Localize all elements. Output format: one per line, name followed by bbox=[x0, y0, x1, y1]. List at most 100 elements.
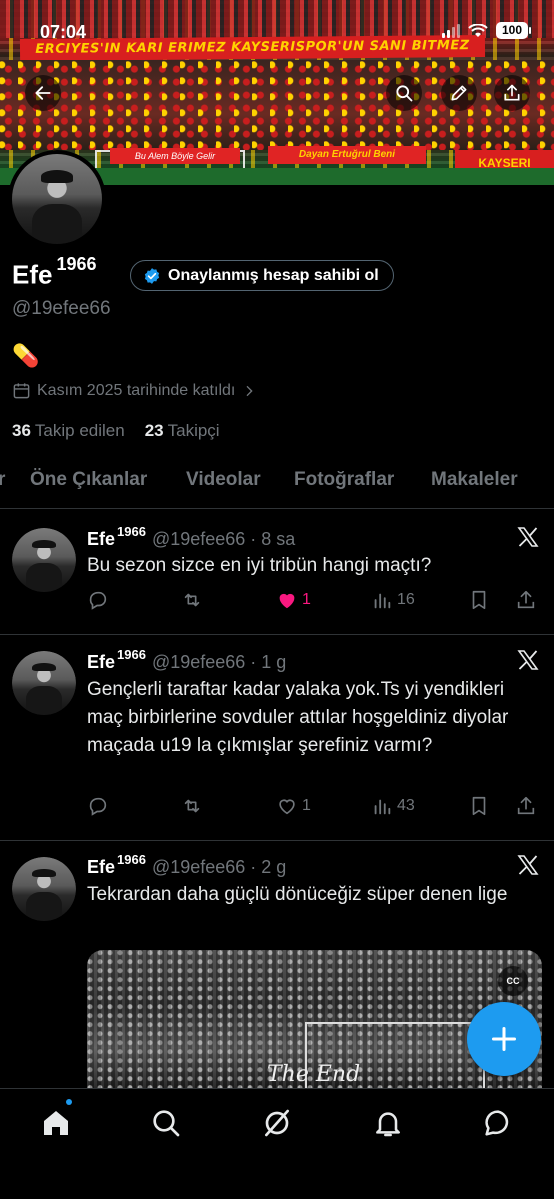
tweet-meta: @19efee66 · 8 sa bbox=[151, 529, 296, 549]
tweet-avatar[interactable] bbox=[12, 857, 76, 921]
tweet-avatar[interactable] bbox=[12, 651, 76, 715]
plus-icon bbox=[491, 1026, 517, 1052]
tweet-author-name: Efe bbox=[87, 652, 116, 672]
followers-link[interactable]: 23 Takipçi bbox=[145, 421, 220, 441]
edit-button[interactable] bbox=[441, 75, 477, 111]
profile-name-text: Efe bbox=[12, 259, 53, 290]
profile-name: Efe 1966 bbox=[12, 254, 97, 291]
followers-count: 23 bbox=[144, 421, 164, 440]
profile-bio: 💊 bbox=[12, 343, 40, 368]
heart-filled-icon bbox=[279, 593, 295, 609]
share-button[interactable] bbox=[494, 75, 530, 111]
chevron-right-icon bbox=[246, 385, 253, 396]
joined-date[interactable]: Kasım 2025 tarihinde katıldı bbox=[12, 381, 257, 400]
followers-label: Takipçi bbox=[167, 421, 220, 440]
nav-notifications[interactable] bbox=[372, 1107, 404, 1139]
views-button[interactable]: 43 bbox=[371, 795, 415, 817]
joined-label: Kasım 2025 tarihinde katıldı bbox=[37, 381, 236, 399]
tweet[interactable]: Efe 1966 @19efee66 · 8 sa Bu sezon sizce e… bbox=[0, 509, 554, 635]
back-button[interactable] bbox=[25, 75, 61, 111]
captions-button[interactable]: CC bbox=[498, 966, 528, 996]
following-count: 36 bbox=[12, 421, 31, 440]
retweet-icon bbox=[184, 593, 200, 607]
status-time: 07:04 bbox=[40, 22, 87, 42]
search-icon bbox=[396, 85, 413, 102]
status-icons: 100 bbox=[442, 22, 531, 39]
tweet-author-sup: 1966 bbox=[117, 852, 146, 867]
tab-previous[interactable]: r bbox=[0, 469, 5, 491]
verify-cta-label: Onaylanmış hesap sahibi ol bbox=[168, 266, 379, 284]
tweet-text: Bu sezon sizce en iyi tribün hangi maçtı… bbox=[87, 555, 432, 576]
nav-messages[interactable] bbox=[482, 1107, 514, 1139]
like-button[interactable]: 1 bbox=[276, 589, 311, 611]
bookmark-icon bbox=[472, 590, 486, 610]
bookmark-button[interactable] bbox=[468, 795, 490, 817]
chat-bubble-icon bbox=[485, 1110, 509, 1136]
bell-icon bbox=[376, 1112, 400, 1137]
reply-button[interactable] bbox=[87, 589, 113, 611]
tab-photos[interactable]: Fotoğraflar bbox=[294, 469, 394, 491]
share-icon bbox=[517, 590, 535, 609]
verify-cta-button[interactable]: Onaylanmış hesap sahibi ol bbox=[130, 260, 394, 291]
following-label: Takip edilen bbox=[34, 421, 125, 440]
following-link[interactable]: 36 Takip edilen bbox=[12, 421, 125, 441]
status-bar: 07:04 100 bbox=[0, 0, 554, 42]
tweet-actions: 1 43 bbox=[87, 795, 542, 825]
search-button[interactable] bbox=[386, 75, 422, 111]
reply-icon bbox=[89, 797, 107, 816]
share-tweet-button[interactable] bbox=[515, 795, 537, 817]
views-icon bbox=[374, 799, 391, 815]
bottom-nav bbox=[0, 1088, 554, 1199]
like-count: 1 bbox=[302, 797, 311, 814]
home-icon bbox=[44, 1111, 68, 1135]
bookmark-button[interactable] bbox=[468, 589, 490, 611]
home-notification-dot bbox=[66, 1099, 72, 1105]
tweet-header: Efe 1966 @19efee66 · 1 g bbox=[87, 647, 287, 673]
pencil-icon bbox=[451, 85, 467, 101]
avatar-image bbox=[12, 857, 76, 921]
tweet[interactable]: Efe 1966 @19efee66 · 1 g Gençlerli tarafta… bbox=[0, 635, 554, 841]
nav-grok[interactable] bbox=[261, 1107, 293, 1139]
views-button[interactable]: 16 bbox=[371, 589, 415, 611]
tweet-author: Efe 1966 bbox=[87, 647, 146, 672]
follow-stats: 36 Takip edilen 23 Takipçi bbox=[12, 421, 220, 441]
tweet-author-sup: 1966 bbox=[117, 647, 146, 662]
tab-articles[interactable]: Makaleler bbox=[431, 469, 518, 491]
tweet-author: Efe 1966 bbox=[87, 524, 146, 549]
views-icon bbox=[374, 593, 391, 609]
banner-flag-mid: Dayan Ertuğrul Beni bbox=[268, 146, 426, 164]
search-icon bbox=[153, 1110, 180, 1137]
retweet-icon bbox=[184, 799, 200, 813]
tweet-header: Efe 1966 @19efee66 · 2 g bbox=[87, 852, 287, 878]
profile-handle: @19efee66 bbox=[12, 298, 111, 319]
profile-avatar[interactable] bbox=[8, 150, 106, 248]
retweet-button[interactable] bbox=[181, 795, 207, 817]
battery-icon: 100 bbox=[496, 22, 531, 39]
retweet-button[interactable] bbox=[181, 589, 207, 611]
tweet-author: Efe 1966 bbox=[87, 852, 146, 877]
tweet-handle: @19efee66 bbox=[151, 857, 246, 877]
reply-icon bbox=[89, 591, 107, 610]
tweet-meta: @19efee66 · 1 g bbox=[151, 652, 287, 672]
tab-highlights[interactable]: Öne Çıkanlar bbox=[30, 469, 147, 491]
like-count: 1 bbox=[302, 591, 311, 608]
nav-home[interactable] bbox=[40, 1107, 72, 1139]
nav-search[interactable] bbox=[150, 1107, 182, 1139]
reply-button[interactable] bbox=[87, 795, 113, 817]
compose-button[interactable] bbox=[467, 1002, 541, 1076]
tweet-author-sup: 1966 bbox=[117, 524, 146, 539]
bookmark-icon bbox=[472, 796, 486, 816]
x-logo-icon bbox=[517, 527, 539, 547]
tweet-author-name: Efe bbox=[87, 529, 116, 549]
grok-icon bbox=[265, 1109, 289, 1137]
x-logo-icon bbox=[517, 650, 539, 670]
tweet-meta: @19efee66 · 2 g bbox=[151, 857, 287, 877]
tweet-time: 1 g bbox=[261, 652, 287, 672]
tweet-time: 2 g bbox=[261, 857, 287, 877]
like-button[interactable]: 1 bbox=[276, 795, 311, 817]
banner-flag-left: Bu Alem Böyle Gelir bbox=[110, 148, 240, 164]
heart-icon bbox=[279, 799, 295, 815]
share-tweet-button[interactable] bbox=[515, 589, 537, 611]
tweet-avatar[interactable] bbox=[12, 528, 76, 592]
tab-videos[interactable]: Videolar bbox=[186, 469, 261, 491]
